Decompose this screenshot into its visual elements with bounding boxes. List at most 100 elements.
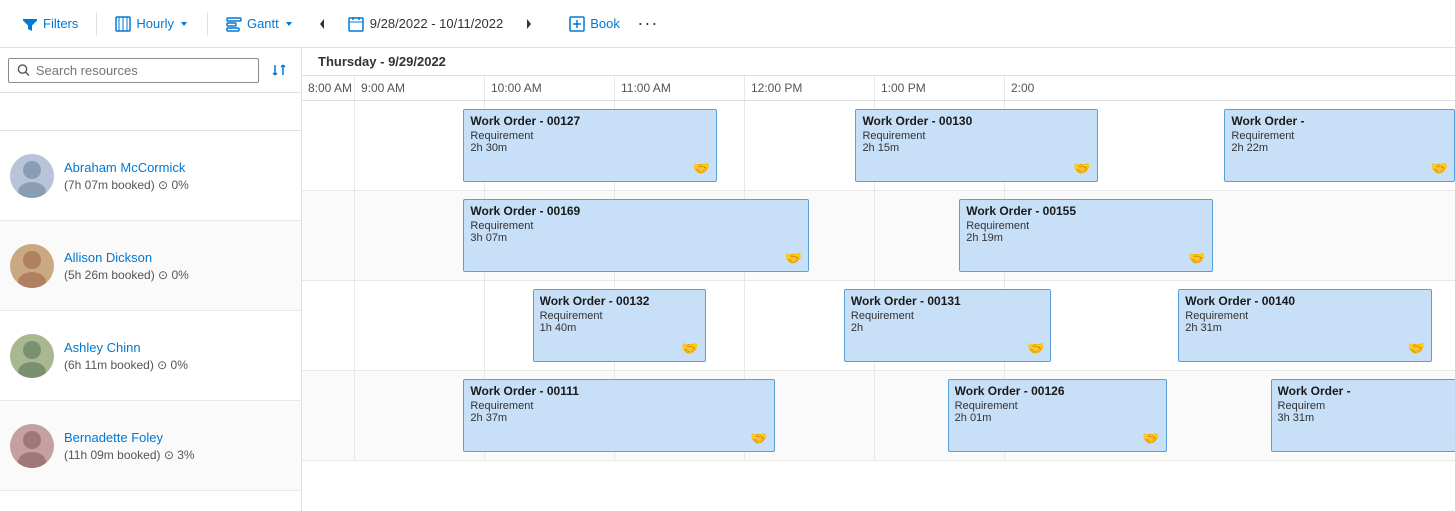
resource-info: Bernadette Foley (11h 09m booked) ⊙ 3% — [64, 430, 195, 462]
work-order-block[interactable]: Work Order - 00130 Requirement 2h 15m 🤝 — [855, 109, 1097, 182]
resource-meta: (6h 11m booked) ⊙ 0% — [64, 358, 188, 372]
hourly-button[interactable]: Hourly — [105, 11, 199, 37]
work-order-block[interactable]: Work Order - 00127 Requirement 2h 30m 🤝 — [463, 109, 717, 182]
wo-title: Work Order - 00131 — [851, 294, 1045, 308]
wo-sub: Requirement — [851, 310, 1045, 322]
work-order-block[interactable]: Work Order - 00169 Requirement 3h 07m 🤝 — [463, 199, 809, 272]
wo-sub: Requirement — [955, 400, 1160, 412]
wo-title: Work Order - 00155 — [966, 204, 1206, 218]
handshake-icon: 🤝 — [693, 160, 710, 177]
timeline-row: Work Order - 00132 Requirement 1h 40m 🤝 … — [302, 281, 1455, 371]
list-item: Bernadette Foley (11h 09m booked) ⊙ 3% — [0, 401, 301, 491]
wo-title: Work Order - 00140 — [1185, 294, 1425, 308]
wo-title: Work Order - 00127 — [470, 114, 710, 128]
wo-duration: 3h 31m — [1278, 412, 1455, 424]
resource-info: Ashley Chinn (6h 11m booked) ⊙ 0% — [64, 340, 188, 372]
time-label: 11:00 AM — [614, 76, 744, 100]
date-range: 9/28/2022 - 10/11/2022 — [340, 12, 512, 36]
prev-button[interactable] — [308, 10, 336, 38]
handshake-icon: 🤝 — [750, 430, 767, 447]
wo-sub: Requirement — [1185, 310, 1425, 322]
book-button[interactable]: Book — [559, 11, 630, 37]
wo-sub: Requirement — [470, 220, 802, 232]
time-label: 8:00 AM — [302, 76, 354, 100]
wo-duration: 2h 15m — [862, 142, 1090, 154]
work-order-block[interactable]: Work Order - 00132 Requirement 1h 40m 🤝 — [533, 289, 706, 362]
filters-label: Filters — [43, 16, 78, 31]
timeline-rows: Work Order - 00127 Requirement 2h 30m 🤝 … — [302, 101, 1455, 511]
divider-2 — [207, 12, 208, 36]
time-label: 1:00 PM — [874, 76, 1004, 100]
avatar — [10, 424, 54, 468]
time-label: 12:00 PM — [744, 76, 874, 100]
wo-title: Work Order - — [1278, 384, 1455, 398]
toolbar: Filters Hourly Gantt 9/28/2022 - 10/11/2… — [0, 0, 1455, 48]
wo-duration: 2h 22m — [1231, 142, 1448, 154]
hourly-icon — [115, 16, 131, 32]
wo-duration: 2h 31m — [1185, 322, 1425, 334]
next-button[interactable] — [515, 10, 543, 38]
list-item: Abraham McCormick (7h 07m booked) ⊙ 0% — [0, 131, 301, 221]
time-label: 9:00 AM — [354, 76, 484, 100]
gantt-chevron-icon — [284, 19, 294, 29]
search-input-wrap — [8, 58, 259, 83]
book-label: Book — [590, 16, 620, 31]
gantt-button[interactable]: Gantt — [216, 11, 304, 37]
avatar — [10, 334, 54, 378]
time-label: 2:00 — [1004, 76, 1074, 100]
wo-sub: Requirement — [1231, 130, 1448, 142]
wo-sub: Requirement — [470, 400, 767, 412]
resource-info: Abraham McCormick (7h 07m booked) ⊙ 0% — [64, 160, 189, 192]
resource-info: Allison Dickson (5h 26m booked) ⊙ 0% — [64, 250, 189, 282]
calendar-icon — [348, 16, 364, 32]
work-order-block[interactable]: Work Order - 00155 Requirement 2h 19m 🤝 — [959, 199, 1213, 272]
work-order-block[interactable]: Work Order - 00131 Requirement 2h 🤝 — [844, 289, 1052, 362]
work-order-block[interactable]: Work Order - 00140 Requirement 2h 31m 🤝 — [1178, 289, 1432, 362]
date-range-text: 9/28/2022 - 10/11/2022 — [370, 16, 504, 31]
wo-duration: 2h 19m — [966, 232, 1206, 244]
wo-sub: Requirement — [540, 310, 699, 322]
resource-name: Allison Dickson — [64, 250, 189, 265]
sort-icon — [271, 62, 287, 78]
filters-button[interactable]: Filters — [12, 11, 88, 37]
handshake-icon: 🤝 — [1431, 160, 1448, 177]
time-labels: 8:00 AM 9:00 AM 10:00 AM 11:00 AM 12:00 … — [302, 76, 1455, 100]
wo-title: Work Order - — [1231, 114, 1448, 128]
wo-title: Work Order - 00132 — [540, 294, 699, 308]
divider-1 — [96, 12, 97, 36]
book-plus-icon — [569, 16, 585, 32]
handshake-icon: 🤝 — [785, 250, 802, 267]
more-button[interactable]: ··· — [634, 10, 662, 38]
resource-name: Bernadette Foley — [64, 430, 195, 445]
resource-name: Abraham McCormick — [64, 160, 189, 175]
timeline-row: Work Order - 00127 Requirement 2h 30m 🤝 … — [302, 101, 1455, 191]
wo-sub: Requirem — [1278, 400, 1455, 412]
filter-icon — [22, 16, 38, 32]
search-icon — [17, 63, 30, 77]
work-order-block[interactable]: Work Order - 00126 Requirement 2h 01m 🤝 — [948, 379, 1167, 452]
avatar — [10, 154, 54, 198]
wo-sub: Requirement — [862, 130, 1090, 142]
date-heading: Thursday - 9/29/2022 — [302, 48, 1455, 76]
handshake-icon: 🤝 — [1142, 430, 1159, 447]
work-order-block[interactable]: Work Order - Requirement 2h 22m 🤝 — [1224, 109, 1455, 182]
resource-meta: (7h 07m booked) ⊙ 0% — [64, 178, 189, 192]
wo-sub: Requirement — [966, 220, 1206, 232]
timeline-row: Work Order - 00111 Requirement 2h 37m 🤝 … — [302, 371, 1455, 461]
sort-button[interactable] — [265, 56, 293, 84]
wo-title: Work Order - 00130 — [862, 114, 1090, 128]
search-bar — [0, 48, 301, 93]
wo-duration: 2h 01m — [955, 412, 1160, 424]
more-icon: ··· — [637, 13, 658, 34]
hourly-chevron-icon — [179, 19, 189, 29]
main-container: Abraham McCormick (7h 07m booked) ⊙ 0% A… — [0, 48, 1455, 511]
resource-meta: (11h 09m booked) ⊙ 3% — [64, 448, 195, 462]
handshake-icon: 🤝 — [1073, 160, 1090, 177]
list-item: Allison Dickson (5h 26m booked) ⊙ 0% — [0, 221, 301, 311]
search-input[interactable] — [36, 63, 250, 78]
resource-list: Abraham McCormick (7h 07m booked) ⊙ 0% A… — [0, 131, 301, 511]
resource-meta: (5h 26m booked) ⊙ 0% — [64, 268, 189, 282]
work-order-block[interactable]: Work Order - 00111 Requirement 2h 37m 🤝 — [463, 379, 774, 452]
work-order-block[interactable]: Work Order - Requirem 3h 31m 🤝 — [1271, 379, 1455, 452]
wo-title: Work Order - 00169 — [470, 204, 802, 218]
